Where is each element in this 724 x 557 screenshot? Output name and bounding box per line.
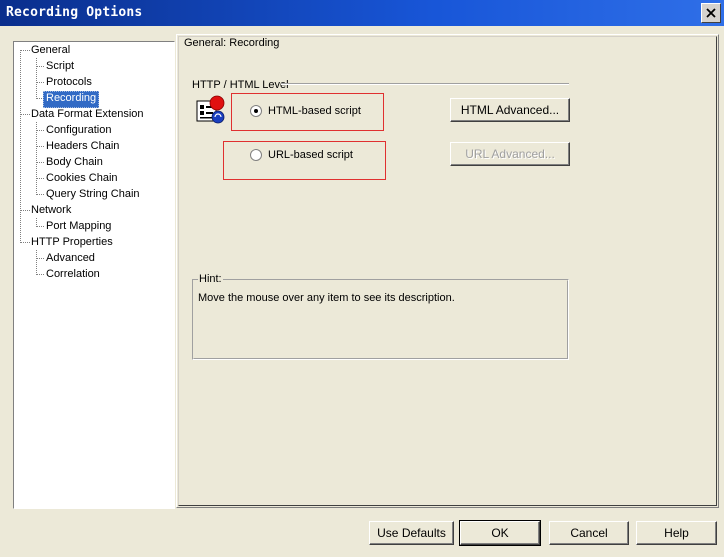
tree-item-http-properties[interactable]: HTTP Properties: [29, 235, 115, 250]
tree-item-network[interactable]: Network: [29, 203, 73, 218]
html-option-label: HTML-based script: [268, 105, 361, 117]
tree-item-port-mapping[interactable]: Port Mapping: [44, 219, 113, 234]
tree-item-headers-chain[interactable]: Headers Chain: [44, 139, 121, 154]
url-option-label: URL-based script: [268, 149, 353, 161]
group-divider: [281, 83, 569, 85]
tree-item-script[interactable]: Script: [44, 59, 76, 74]
window-title: Recording Options: [6, 5, 143, 20]
tree-item-general[interactable]: General: [29, 43, 72, 58]
tree-item-data-format-extension[interactable]: Data Format Extension: [29, 107, 146, 122]
url-radio-button[interactable]: [250, 149, 262, 161]
section-title: General: Recording: [184, 37, 280, 49]
title-bar: Recording Options: [0, 0, 724, 26]
tree-item-correlation[interactable]: Correlation: [44, 267, 102, 282]
html-based-radio-option[interactable]: HTML-based script: [250, 105, 361, 117]
html-advanced-button[interactable]: HTML Advanced...: [450, 98, 570, 122]
group-title: HTTP / HTML Level: [192, 79, 289, 91]
cancel-button[interactable]: Cancel: [549, 521, 629, 545]
script-recording-icon: [196, 95, 225, 124]
url-based-radio-option[interactable]: URL-based script: [250, 149, 353, 161]
tree-item-query-string-chain[interactable]: Query String Chain: [44, 187, 142, 202]
tree-item-body-chain[interactable]: Body Chain: [44, 155, 105, 170]
tree-item-configuration[interactable]: Configuration: [44, 123, 113, 138]
close-button[interactable]: [701, 3, 721, 23]
hint-text: Move the mouse over any item to see its …: [198, 292, 455, 304]
html-radio-button[interactable]: [250, 105, 262, 117]
tree-item-cookies-chain[interactable]: Cookies Chain: [44, 171, 120, 186]
url-advanced-button[interactable]: URL Advanced...: [450, 142, 570, 166]
close-icon: [706, 8, 716, 18]
ok-button[interactable]: OK: [459, 520, 541, 546]
help-button[interactable]: Help: [636, 521, 717, 545]
hint-title: Hint:: [198, 273, 223, 285]
tree-item-recording[interactable]: Recording: [43, 91, 100, 108]
tree-item-protocols[interactable]: Protocols: [44, 75, 94, 90]
use-defaults-button[interactable]: Use Defaults: [369, 521, 454, 545]
tree-item-advanced[interactable]: Advanced: [44, 251, 97, 266]
options-tree: General Script Protocols Recording Data …: [13, 41, 175, 509]
